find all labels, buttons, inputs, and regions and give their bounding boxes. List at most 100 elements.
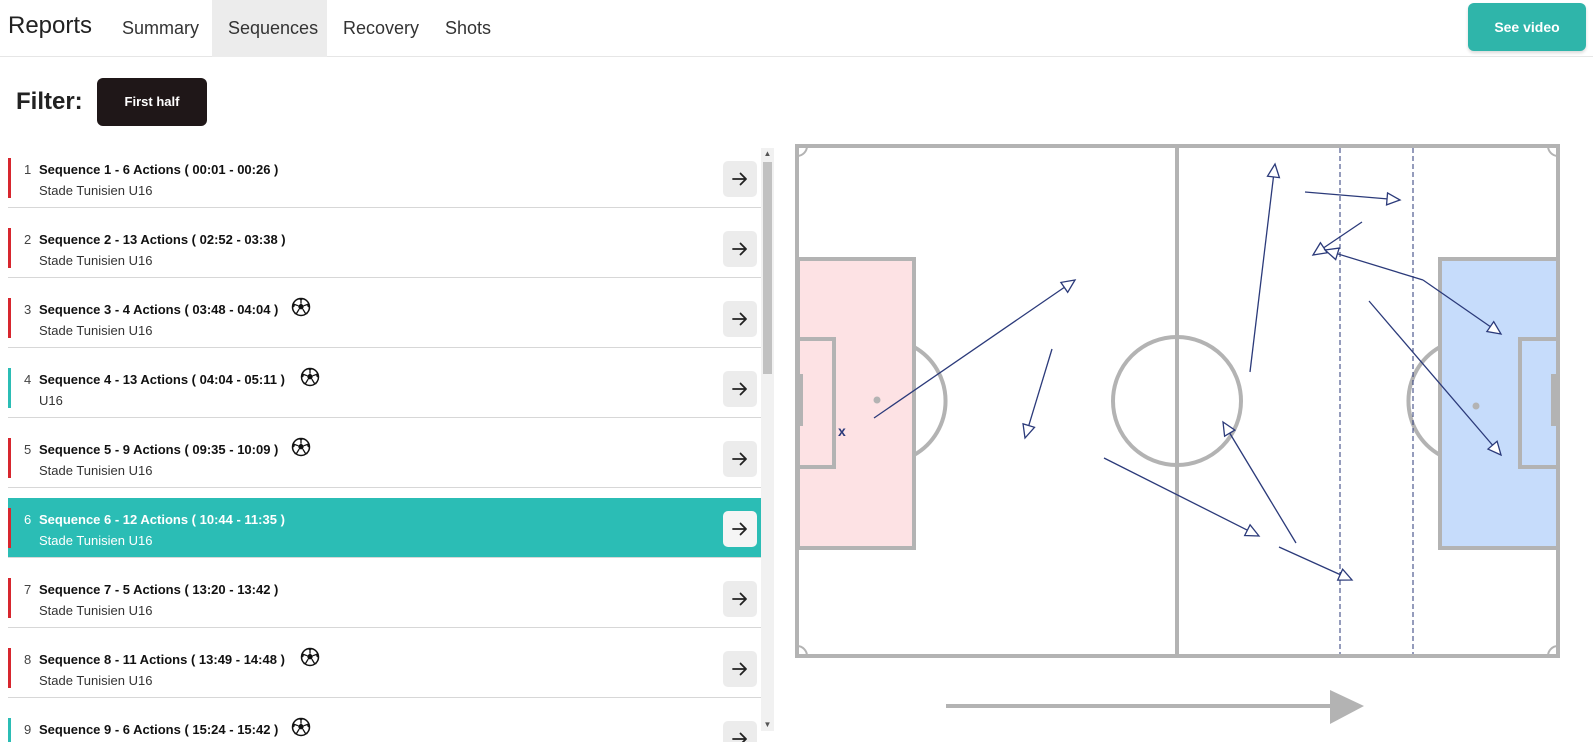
sequence-team: Stade Tunisien U16 — [39, 533, 153, 548]
arrow-right-icon — [732, 382, 747, 396]
arrow-right-icon — [732, 452, 747, 466]
team-color-bar — [8, 298, 11, 338]
action-arrow-line — [1337, 253, 1424, 281]
soccer-ball-icon — [300, 367, 320, 387]
sequence-team: Stade Tunisien U16 — [39, 183, 153, 198]
page-title: Reports — [8, 12, 93, 39]
arrow-right-icon — [732, 662, 747, 676]
arrow-right-icon — [732, 592, 747, 606]
open-sequence-button[interactable] — [723, 371, 757, 407]
team-color-bar — [8, 438, 11, 478]
first-half-filter-button[interactable]: First half — [97, 78, 207, 126]
open-sequence-button[interactable] — [723, 651, 757, 687]
sequence-title: Sequence 8 - 11 Actions ( 13:49 - 14:48 … — [39, 652, 285, 667]
action-arrow-head — [1266, 162, 1281, 179]
soccer-ball-icon — [291, 437, 311, 457]
sequence-number: 5 — [24, 442, 32, 457]
scroll-down-icon[interactable]: ▼ — [761, 719, 774, 731]
arrow-right-icon — [732, 312, 747, 326]
tab-sequences[interactable]: Sequences — [212, 0, 327, 57]
list-scrollbar[interactable]: ▲ ▼ — [761, 148, 774, 731]
sequence-title: Sequence 9 - 6 Actions ( 15:24 - 15:42 ) — [39, 722, 279, 737]
action-arrows — [873, 162, 1503, 581]
soccer-ball-icon — [300, 647, 320, 667]
tab-summary[interactable]: Summary — [106, 0, 215, 57]
team-color-bar — [8, 228, 11, 268]
team-color-bar — [8, 508, 11, 548]
filter-label: Filter: — [16, 88, 83, 115]
action-arrow-line — [1249, 176, 1275, 373]
attack-direction-arrow — [946, 690, 1364, 724]
sequence-row[interactable]: 1 Sequence 1 - 6 Actions ( 00:01 - 00:26 … — [8, 148, 769, 208]
arrow-right-icon — [732, 732, 747, 742]
sequence-row[interactable]: 4 Sequence 4 - 13 Actions ( 04:04 - 05:11… — [8, 358, 769, 418]
action-arrow-head — [1022, 422, 1036, 440]
sequence-number: 3 — [24, 302, 32, 317]
team-color-bar — [8, 368, 11, 408]
action-arrow-line — [1304, 191, 1388, 200]
scroll-thumb[interactable] — [763, 162, 772, 374]
sequence-title: Sequence 7 - 5 Actions ( 13:20 - 13:42 ) — [39, 582, 279, 597]
tab-recovery[interactable]: Recovery — [327, 0, 435, 57]
sequence-number: 4 — [24, 372, 32, 387]
team-color-bar — [8, 158, 11, 198]
own-penalty-area — [796, 257, 916, 550]
action-arrow-head — [1059, 279, 1077, 294]
sequence-title: Sequence 5 - 9 Actions ( 09:35 - 10:09 ) — [39, 442, 279, 457]
action-arrow-line — [1278, 546, 1341, 576]
sequence-team: U16 — [39, 393, 63, 408]
open-sequence-button[interactable] — [723, 161, 757, 197]
team-color-bar — [8, 718, 11, 742]
open-sequence-button[interactable] — [723, 301, 757, 337]
sequence-row[interactable]: 7 Sequence 7 - 5 Actions ( 13:20 - 13:42 … — [8, 568, 769, 628]
sequence-team: Stade Tunisien U16 — [39, 253, 153, 268]
soccer-ball-icon — [291, 297, 311, 317]
own-penalty-arc — [913, 345, 948, 457]
action-arrow-head — [1311, 241, 1329, 256]
sequence-row[interactable]: 9 Sequence 9 - 6 Actions ( 15:24 - 15:42 … — [8, 708, 769, 742]
sequence-number: 6 — [24, 512, 32, 527]
sequence-title: Sequence 4 - 13 Actions ( 04:04 - 05:11 … — [39, 372, 285, 387]
arrow-right-icon — [732, 172, 747, 186]
sequence-team: Stade Tunisien U16 — [39, 463, 153, 478]
sequence-number: 1 — [24, 162, 32, 177]
sequence-team: Stade Tunisien U16 — [39, 673, 153, 688]
action-arrow-head — [1243, 523, 1261, 537]
opponent-penalty-spot — [1472, 402, 1480, 410]
sequence-team: Stade Tunisien U16 — [39, 603, 153, 618]
action-arrow-head — [1336, 567, 1354, 581]
open-sequence-button[interactable] — [723, 511, 757, 547]
top-bar: Reports Summary Sequences Recovery Shots… — [0, 0, 1593, 57]
arrow-right-icon — [732, 522, 747, 536]
pitch-map: x — [795, 144, 1560, 658]
open-sequence-button[interactable] — [723, 441, 757, 477]
open-sequence-button[interactable] — [723, 231, 757, 267]
soccer-ball-icon — [291, 717, 311, 737]
open-sequence-button[interactable] — [723, 721, 757, 742]
sequence-number: 7 — [24, 582, 32, 597]
sequence-title: Sequence 2 - 13 Actions ( 02:52 - 03:38 … — [39, 232, 286, 247]
sequence-title: Sequence 3 - 4 Actions ( 03:48 - 04:04 ) — [39, 302, 279, 317]
action-arrow-head — [1323, 247, 1341, 261]
sequence-row[interactable]: 8 Sequence 8 - 11 Actions ( 13:49 - 14:48… — [8, 638, 769, 698]
sequence-row[interactable]: 2 Sequence 2 - 13 Actions ( 02:52 - 03:38… — [8, 218, 769, 278]
sequence-number: 2 — [24, 232, 32, 247]
action-arrow-line — [1323, 221, 1363, 249]
tab-shots[interactable]: Shots — [429, 0, 507, 57]
start-marker: x — [838, 423, 846, 439]
open-sequence-button[interactable] — [723, 581, 757, 617]
sequence-list: 1 Sequence 1 - 6 Actions ( 00:01 - 00:26 … — [8, 148, 769, 742]
sequence-team: Stade Tunisien U16 — [39, 323, 153, 338]
team-color-bar — [8, 648, 11, 688]
scroll-up-icon[interactable]: ▲ — [761, 148, 774, 160]
sequence-title: Sequence 6 - 12 Actions ( 10:44 - 11:35 … — [39, 512, 285, 527]
see-video-button[interactable]: See video — [1468, 3, 1586, 51]
sequence-row[interactable]: 6 Sequence 6 - 12 Actions ( 10:44 - 11:35… — [8, 498, 769, 558]
sequence-number: 8 — [24, 652, 32, 667]
sequence-row[interactable]: 5 Sequence 5 - 9 Actions ( 09:35 - 10:09 … — [8, 428, 769, 488]
sequence-row[interactable]: 3 Sequence 3 - 4 Actions ( 03:48 - 04:04 … — [8, 288, 769, 348]
sequence-title: Sequence 1 - 6 Actions ( 00:01 - 00:26 ) — [39, 162, 279, 177]
team-color-bar — [8, 578, 11, 618]
action-arrow-head — [1385, 191, 1402, 206]
action-arrow-line — [1028, 348, 1053, 426]
